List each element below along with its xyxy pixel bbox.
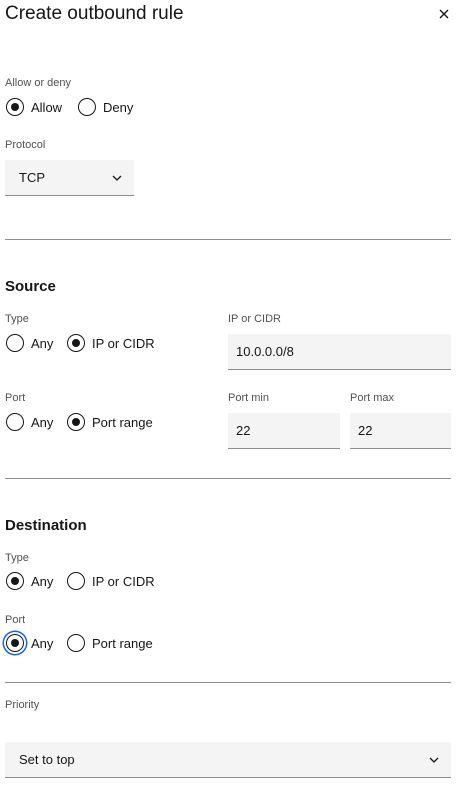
source-ip-label: IP or CIDR — [228, 313, 281, 325]
destination-port-label: Port — [5, 614, 26, 626]
radio-circle — [6, 413, 24, 431]
radio-dot — [72, 418, 80, 426]
priority-select[interactable]: Set to top — [5, 742, 451, 778]
port-min-input[interactable]: 22 — [228, 413, 340, 449]
radio-dot — [11, 103, 19, 111]
radio-allow-label: Allow — [31, 99, 63, 115]
radio-dot — [11, 577, 19, 585]
radio-circle — [6, 334, 24, 352]
divider — [5, 682, 451, 683]
source-type-any-label: Any — [31, 335, 54, 351]
radio-deny[interactable]: Deny — [78, 98, 133, 116]
radio-dot — [72, 339, 80, 347]
source-port-range-label: Port range — [92, 414, 153, 430]
source-port-any-radio[interactable]: Any — [6, 413, 53, 431]
radio-circle — [67, 634, 85, 652]
protocol-select[interactable]: TCP — [5, 160, 134, 196]
radio-deny-label: Deny — [103, 99, 134, 115]
destination-type-any-radio[interactable]: Any — [6, 572, 53, 590]
destination-title: Destination — [5, 517, 87, 534]
port-max-value: 22 — [358, 423, 373, 438]
radio-circle — [6, 98, 24, 116]
close-button[interactable] — [436, 6, 452, 22]
allow-deny-label: Allow or deny — [5, 77, 72, 89]
chevron-down-icon — [429, 757, 439, 763]
destination-type-cidr-radio[interactable]: IP or CIDR — [67, 572, 155, 590]
source-type-cidr-radio[interactable]: IP or CIDR — [67, 334, 155, 352]
source-title: Source — [5, 278, 56, 295]
destination-port-range-radio[interactable]: Port range — [67, 634, 153, 652]
radio-circle — [67, 334, 85, 352]
destination-port-range-label: Port range — [92, 635, 153, 651]
source-ip-value: 10.0.0.0/8 — [236, 344, 294, 359]
destination-type-any-label: Any — [31, 573, 54, 589]
source-ip-input[interactable]: 10.0.0.0/8 — [228, 334, 451, 370]
port-max-label: Port max — [350, 392, 395, 404]
divider — [5, 239, 451, 240]
protocol-label: Protocol — [5, 139, 46, 151]
source-type-any-radio[interactable]: Any — [6, 334, 53, 352]
source-type-label: Type — [5, 313, 29, 325]
port-min-value: 22 — [236, 423, 251, 438]
priority-label: Priority — [5, 699, 40, 711]
port-max-input[interactable]: 22 — [350, 413, 451, 449]
radio-circle — [67, 572, 85, 590]
port-min-label: Port min — [228, 392, 269, 404]
destination-port-any-radio[interactable]: Any — [6, 634, 53, 652]
radio-circle — [6, 572, 24, 590]
destination-port-any-label: Any — [31, 635, 54, 651]
radio-circle — [6, 634, 24, 652]
chevron-down-icon — [112, 175, 122, 181]
source-type-cidr-label: IP or CIDR — [92, 335, 155, 351]
protocol-select-value: TCP — [19, 170, 45, 185]
close-icon — [439, 9, 449, 19]
destination-type-label: Type — [5, 552, 29, 564]
radio-allow[interactable]: Allow — [6, 98, 62, 116]
radio-circle — [78, 98, 96, 116]
radio-dot — [11, 639, 19, 647]
destination-type-cidr-label: IP or CIDR — [92, 573, 155, 589]
panel-title: Create outbound rule — [5, 3, 184, 24]
source-port-label: Port — [5, 392, 26, 404]
source-port-any-label: Any — [31, 414, 54, 430]
source-port-range-radio[interactable]: Port range — [67, 413, 153, 431]
priority-select-value: Set to top — [19, 752, 75, 767]
radio-circle — [67, 413, 85, 431]
divider — [5, 478, 451, 479]
